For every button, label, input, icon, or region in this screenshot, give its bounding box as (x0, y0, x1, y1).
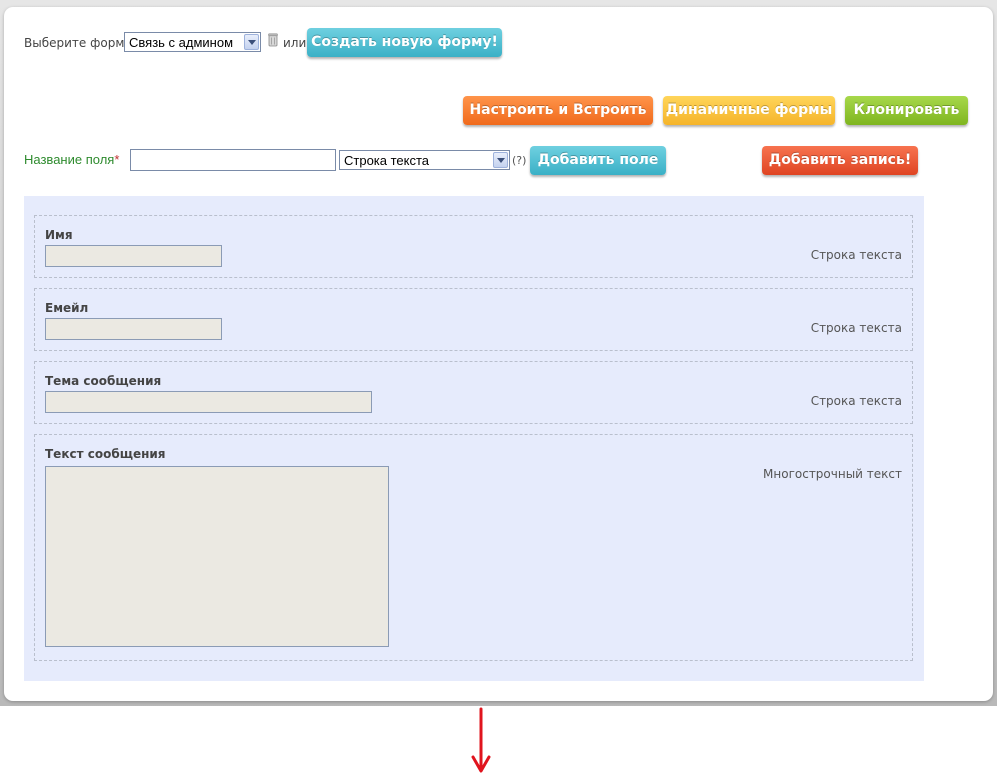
or-label: или (283, 36, 307, 50)
field-name-label: Название поля* (24, 152, 119, 167)
field-preview-textarea (45, 466, 389, 647)
arrow-down-icon (471, 707, 491, 773)
field-label: Тема сообщения (45, 374, 162, 388)
field-type-label: Строка текста (810, 248, 902, 262)
field-label: Емейл (45, 301, 89, 315)
dynamic-forms-button[interactable]: Динамичные формы (663, 96, 835, 125)
create-form-button[interactable]: Создать новую форму! (307, 28, 502, 57)
field-row[interactable]: Тема сообщения Строка текста (34, 361, 913, 424)
field-row[interactable]: Емейл Строка текста (34, 288, 913, 351)
required-mark: * (114, 152, 120, 167)
trash-icon[interactable] (268, 32, 278, 47)
field-name-label-text: Название поля (24, 152, 115, 167)
chevron-down-icon (493, 152, 508, 168)
field-name-input[interactable] (130, 149, 336, 171)
configure-embed-button[interactable]: Настроить и Встроить (463, 96, 653, 125)
field-label: Текст сообщения (45, 447, 166, 461)
help-link[interactable]: (?) (512, 154, 526, 167)
field-row[interactable]: Имя Строка текста (34, 215, 913, 278)
field-type-label: Многострочный текст (763, 467, 902, 481)
choose-form-label: Выберите форму (24, 36, 132, 50)
add-field-button[interactable]: Добавить поле (530, 146, 666, 175)
field-type-label: Строка текста (810, 394, 902, 408)
field-type-select-value: Строка текста (344, 153, 430, 168)
field-preview-input (45, 318, 222, 340)
form-select-value: Связь с админом (129, 35, 234, 50)
field-label: Имя (45, 228, 73, 242)
field-row[interactable]: Текст сообщения Многострочный текст (34, 434, 913, 661)
field-type-label: Строка текста (810, 321, 902, 335)
clone-button[interactable]: Клонировать (845, 96, 968, 125)
add-record-button[interactable]: Добавить запись! (762, 146, 918, 175)
field-type-select[interactable]: Строка текста (339, 150, 510, 170)
form-preview: Имя Строка текста Емейл Строка текста Те… (24, 196, 924, 681)
form-select[interactable]: Связь с админом (124, 32, 261, 52)
chevron-down-icon (244, 34, 259, 50)
field-preview-input (45, 245, 222, 267)
field-preview-input (45, 391, 372, 413)
